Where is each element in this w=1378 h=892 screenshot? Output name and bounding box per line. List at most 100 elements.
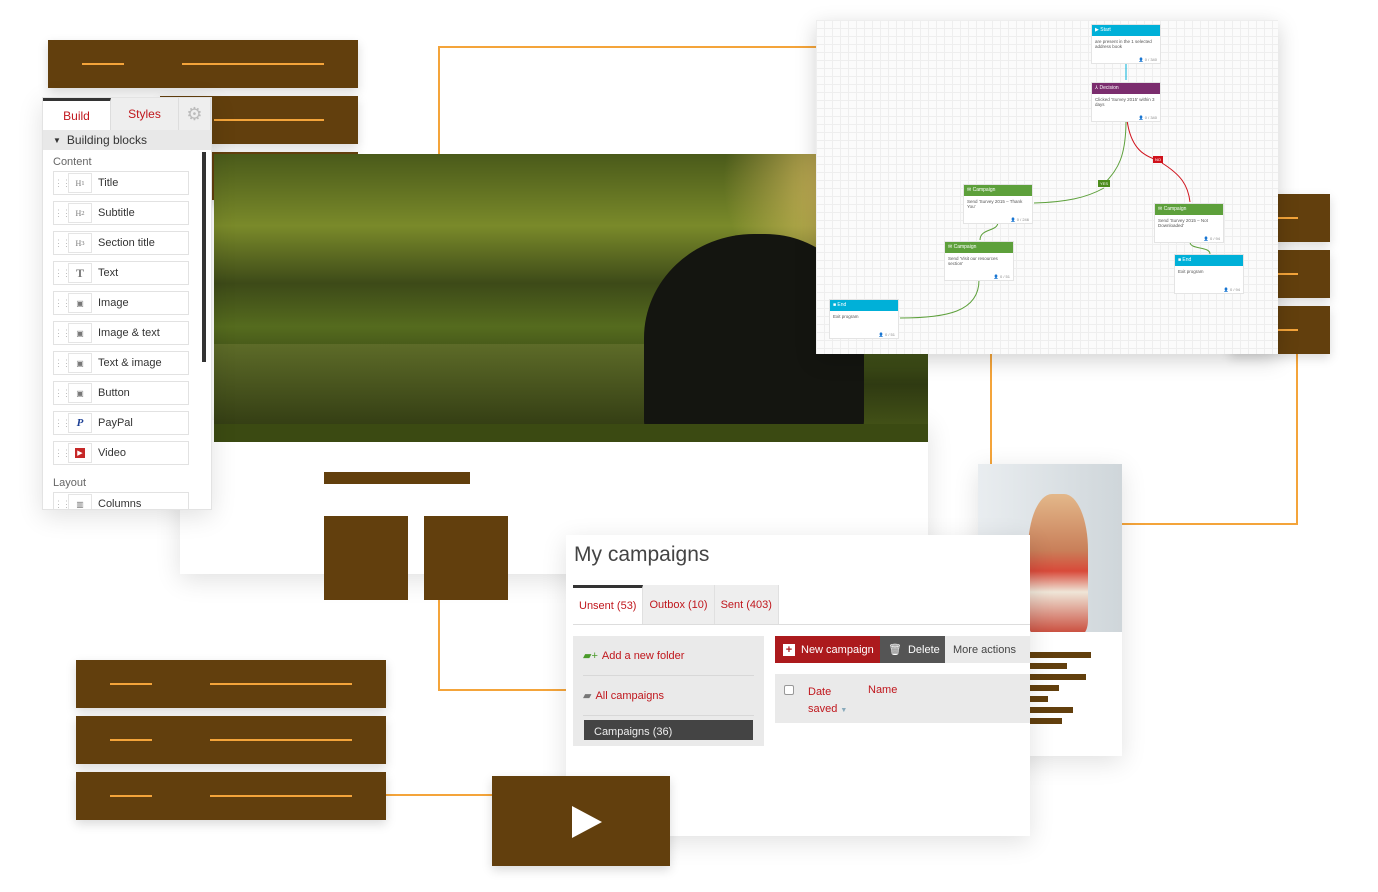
workflow-node-decision[interactable]: ⅄ Decision Clicked 'Survey 2015' within 3… xyxy=(1091,82,1161,122)
tab-sent[interactable]: Sent (403) xyxy=(714,585,779,624)
connector-line xyxy=(1296,352,1298,525)
tab-outbox[interactable]: Outbox (10) xyxy=(643,585,715,624)
content-section-label: Content xyxy=(53,156,92,168)
contact-icon: 👤 xyxy=(878,332,884,337)
node-description: Send 'Survey 2015 – Thank You' xyxy=(967,199,1023,210)
text-image-icon: ▣ xyxy=(68,353,92,373)
workflow-node-start[interactable]: ▶ Start are present in the 1 selected add… xyxy=(1091,24,1161,64)
plus-icon: + xyxy=(783,643,795,656)
section-header-label: Building blocks xyxy=(66,133,147,147)
connector-line xyxy=(990,352,992,466)
heading-h3-icon: H3 xyxy=(68,233,92,253)
scrollbar[interactable] xyxy=(202,152,206,362)
contact-icon: 👤 xyxy=(1138,115,1144,120)
tab-unsent[interactable]: Unsent (53) xyxy=(573,585,644,624)
columns-icon: ▥ xyxy=(68,494,92,509)
node-type: Start xyxy=(1100,27,1111,33)
folder-sidebar: ▰+ Add a new folder ▰ All campaigns Campai… xyxy=(573,636,764,746)
drag-handle-icon[interactable]: ⋮⋮ xyxy=(54,418,71,429)
block-paypal[interactable]: ⋮⋮ P PayPal xyxy=(53,411,189,435)
node-type: Campaign xyxy=(1163,206,1187,212)
add-folder-icon: ▰+ xyxy=(583,650,598,662)
node-description: Send 'Survey 2015 – Not Downloaded' xyxy=(1158,218,1208,229)
select-all-checkbox[interactable] xyxy=(784,685,794,695)
contact-icon: 👤 xyxy=(1223,287,1229,292)
workflow-node-end[interactable]: ■ End Exit program 👤 0 / 94 xyxy=(1174,254,1244,294)
column-date-saved[interactable]: Date saved ▼ xyxy=(808,684,847,719)
drag-handle-icon[interactable]: ⋮⋮ xyxy=(54,208,71,219)
play-icon xyxy=(572,806,602,838)
contact-icon: 👤 xyxy=(1138,57,1144,62)
placeholder-block xyxy=(76,772,386,820)
node-type-icon: ■ xyxy=(1178,257,1182,263)
workflow-node-campaign[interactable]: ✉ Campaign Send 'Visit our resources sect… xyxy=(944,241,1014,281)
tab-build[interactable]: Build xyxy=(43,98,111,130)
workflow-node-campaign[interactable]: ✉ Campaign Send 'Survey 2015 – Thank You'… xyxy=(963,184,1033,224)
node-type: End xyxy=(1182,257,1192,263)
connector-line xyxy=(438,598,440,691)
block-title[interactable]: ⋮⋮ H 1 Title xyxy=(53,171,189,195)
block-image[interactable]: ⋮⋮ ▣ Image xyxy=(53,291,189,315)
heading-h1-icon: H1 xyxy=(68,173,92,193)
add-folder-link[interactable]: ▰+ Add a new folder xyxy=(583,636,754,676)
layout-section-label: Layout xyxy=(53,477,87,489)
connector-line xyxy=(438,46,440,156)
delete-label: Delete xyxy=(907,643,940,656)
drag-handle-icon[interactable]: ⋮⋮ xyxy=(54,268,71,279)
block-image-text[interactable]: ⋮⋮ ▣ Image & text xyxy=(53,321,189,345)
building-blocks-header[interactable]: ▼ Building blocks xyxy=(43,130,211,150)
block-label: Title xyxy=(98,177,119,189)
drag-handle-icon[interactable]: ⋮⋮ xyxy=(54,298,71,309)
block-label: Subtitle xyxy=(98,207,135,219)
node-type-icon: ⅄ xyxy=(1095,85,1099,91)
connector-line xyxy=(386,794,494,796)
no-label: NO xyxy=(1153,156,1163,163)
drag-handle-icon[interactable]: ⋮⋮ xyxy=(54,328,71,339)
saved-label: saved xyxy=(808,703,838,715)
video-block[interactable] xyxy=(492,776,670,866)
block-text-image[interactable]: ⋮⋮ ▣ Text & image xyxy=(53,351,189,375)
node-description: are present in the 1 selected address bo… xyxy=(1095,39,1152,50)
drag-handle-icon[interactable]: ⋮⋮ xyxy=(54,238,71,249)
drag-handle-icon[interactable]: ⋮⋮ xyxy=(54,448,71,459)
block-video[interactable]: ⋮⋮ ▶ Video xyxy=(53,441,189,465)
block-subtitle[interactable]: ⋮⋮ H 2 Subtitle xyxy=(53,201,189,225)
node-count: 0 / 340 xyxy=(1144,57,1157,62)
more-actions-button[interactable]: More actions xyxy=(945,636,1030,663)
connector-line xyxy=(438,46,818,48)
node-type-icon: ■ xyxy=(833,302,837,308)
column-name[interactable]: Name xyxy=(868,684,897,696)
folders-icon: ▰ xyxy=(583,690,592,702)
node-type: Campaign xyxy=(953,244,977,250)
block-label: Image xyxy=(98,297,129,309)
node-type-icon: ▶ xyxy=(1095,27,1099,33)
workflow-diagram: YES NO ▶ Start are present in the 1 selec… xyxy=(816,20,1278,354)
block-text[interactable]: ⋮⋮ T Text xyxy=(53,261,189,285)
node-type: Decision xyxy=(1099,85,1119,91)
drag-handle-icon[interactable]: ⋮⋮ xyxy=(54,499,71,510)
workflow-node-campaign[interactable]: ✉ Campaign Send 'Survey 2015 – Not Downlo… xyxy=(1154,203,1224,243)
drag-handle-icon[interactable]: ⋮⋮ xyxy=(54,178,71,189)
block-columns[interactable]: ⋮⋮ ▥ Columns xyxy=(53,492,189,510)
workflow-node-end[interactable]: ■ End Exit program 👤 0 / 51 xyxy=(829,299,899,339)
gear-icon[interactable]: ⚙ xyxy=(179,98,211,130)
building-blocks-panel: Build Styles ⚙ ▼ Building blocks Content … xyxy=(42,97,212,510)
all-campaigns-link[interactable]: ▰ All campaigns xyxy=(583,676,754,716)
contact-icon: 👤 xyxy=(993,274,999,279)
block-label: Columns xyxy=(98,498,142,510)
block-label: Text xyxy=(98,267,119,279)
table-header: Date saved ▼ Name xyxy=(775,674,1030,723)
tab-styles[interactable]: Styles xyxy=(111,98,179,130)
drag-handle-icon[interactable]: ⋮⋮ xyxy=(54,358,71,369)
block-label: Video xyxy=(98,447,126,459)
add-folder-label: Add a new folder xyxy=(601,649,685,662)
folder-campaigns[interactable]: Campaigns (36) xyxy=(584,720,753,740)
new-campaign-button[interactable]: + New campaign xyxy=(775,636,882,663)
delete-button[interactable]: 🗑 Delete xyxy=(880,636,948,663)
drag-handle-icon[interactable]: ⋮⋮ xyxy=(54,388,71,399)
node-count: 0 / 51 xyxy=(884,332,895,337)
node-type-icon: ✉ xyxy=(948,244,953,250)
node-count: 0 / 340 xyxy=(1144,115,1157,120)
block-button[interactable]: ⋮⋮ ▣ Button xyxy=(53,381,189,405)
block-section-title[interactable]: ⋮⋮ H 3 Section title xyxy=(53,231,189,255)
